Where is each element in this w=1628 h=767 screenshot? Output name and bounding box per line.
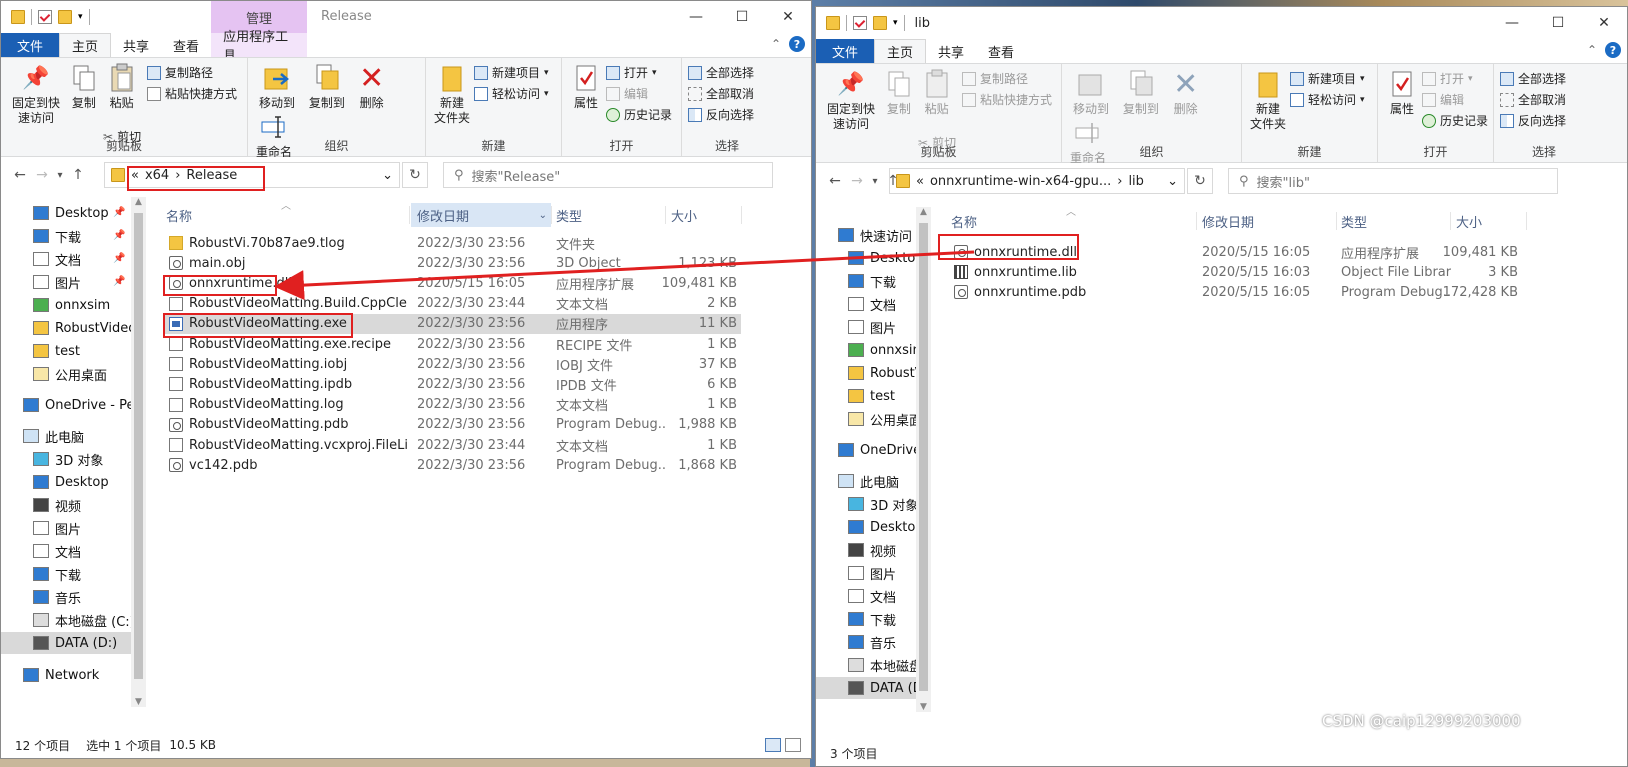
watermark: CSDN @caip12999203000 [1322,712,1521,730]
red-arrow [274,250,975,301]
drag-arrow [274,250,975,301]
